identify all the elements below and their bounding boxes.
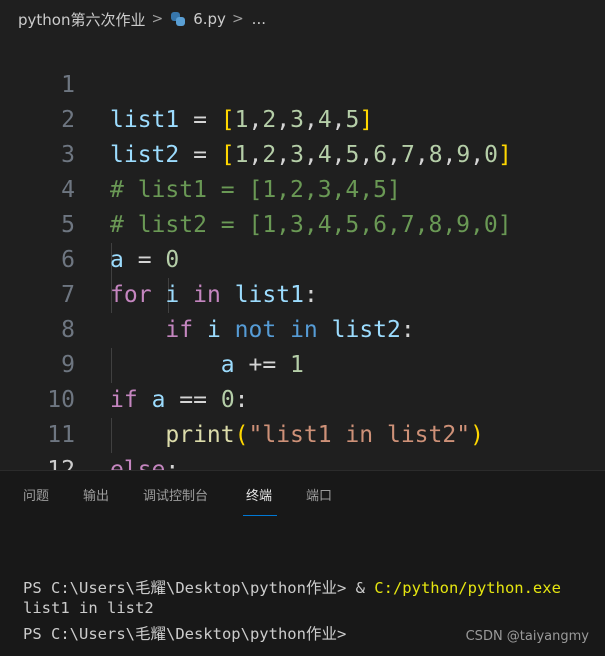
code-editor[interactable]: 1 list1 = [1,2,3,4,5] 2 list2 = [1,2,3,4… xyxy=(0,33,605,519)
tab-output[interactable]: 输出 xyxy=(83,485,109,504)
chevron-right-icon: > xyxy=(151,11,164,27)
code-line[interactable]: 7 if i not in list2: xyxy=(0,243,605,343)
terminal-line[interactable]: PS C:\Users\毛耀\Desktop\python作业> & C:/py… xyxy=(23,576,561,598)
terminal-output: list1 in list2 xyxy=(23,599,154,617)
terminal-prompt: PS C:\Users\毛耀\Desktop\python作业> & xyxy=(23,579,375,597)
code-line[interactable]: 4 # list2 = [1,3,4,5,6,7,8,9,0] xyxy=(0,138,605,238)
tab-terminal[interactable]: 终端 xyxy=(246,485,272,504)
terminal-prompt[interactable]: PS C:\Users\毛耀\Desktop\python作业> xyxy=(23,622,346,644)
code-line[interactable]: 11 else: xyxy=(0,383,605,483)
watermark: CSDN @taiyangmy xyxy=(465,629,589,644)
code-line[interactable]: 10 print("list1 in list2") xyxy=(0,348,605,448)
code-line[interactable]: 5 a = 0 xyxy=(0,173,605,273)
breadcrumb-more[interactable]: ... xyxy=(252,10,266,28)
code-line[interactable]: 6 for i in list1: xyxy=(0,208,605,308)
tab-problems[interactable]: 问题 xyxy=(23,485,49,504)
active-tab-indicator xyxy=(243,515,277,516)
chevron-right-icon: > xyxy=(231,11,244,27)
tab-ports[interactable]: 端口 xyxy=(306,485,332,504)
panel-tabs: 问题 输出 调试控制台 终端 端口 xyxy=(0,471,605,516)
code-line[interactable]: 2 list2 = [1,2,3,4,5,6,7,8,9,0] xyxy=(0,68,605,168)
bottom-panel: 问题 输出 调试控制台 终端 端口 PS C:\Users\毛耀\Desktop… xyxy=(0,470,605,656)
code-line[interactable]: 9 if a == 0: xyxy=(0,313,605,413)
breadcrumb-folder[interactable]: python第六次作业 xyxy=(18,9,145,30)
code-line[interactable]: 1 list1 = [1,2,3,4,5] xyxy=(0,33,605,133)
tab-debug-console[interactable]: 调试控制台 xyxy=(143,485,208,504)
python-file-icon xyxy=(171,12,186,26)
code-line[interactable]: 8 a += 1 xyxy=(0,278,605,378)
code-line[interactable]: 3 # list1 = [1,2,3,4,5] xyxy=(0,103,605,203)
breadcrumb-file[interactable]: 6.py xyxy=(193,10,226,28)
terminal-command: C:/python/python.exe xyxy=(374,579,561,597)
code-line-active[interactable]: 12 print("list not in list2") xyxy=(0,418,605,519)
